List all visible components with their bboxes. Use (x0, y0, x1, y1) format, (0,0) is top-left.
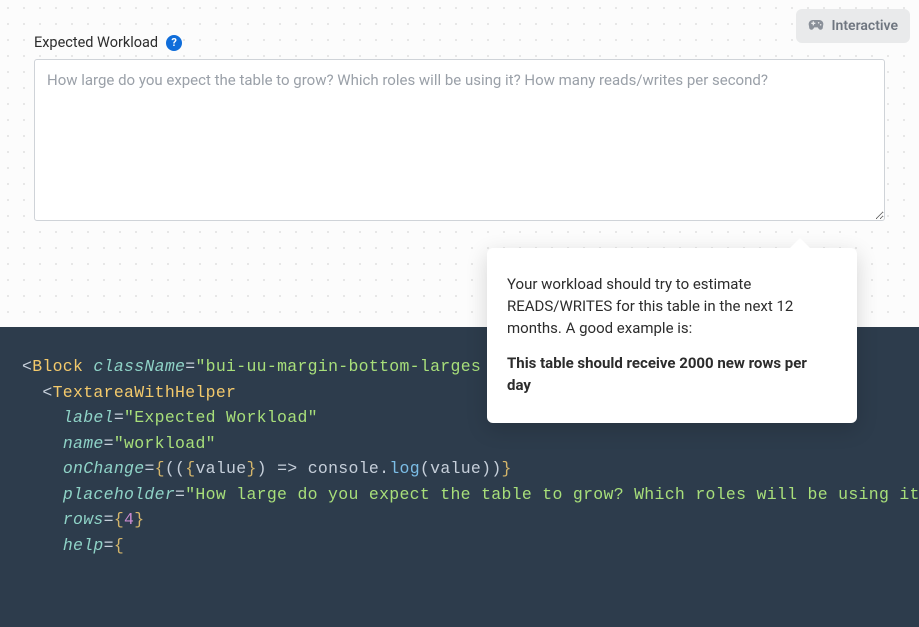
code-token: ) (491, 459, 501, 478)
code-token: log (389, 459, 420, 478)
code-token: onChange (63, 459, 145, 478)
code-token: label (63, 408, 114, 427)
interactive-badge: Interactive (796, 9, 910, 43)
code-token: ) (257, 459, 267, 478)
tooltip-text: Your workload should try to estimate REA… (507, 274, 831, 339)
code-token: (( (165, 459, 185, 478)
code-token: ( (420, 459, 430, 478)
code-token: TextareaWithHelper (53, 383, 237, 402)
code-token: value (430, 459, 481, 478)
code-token: < (22, 357, 32, 376)
code-token: => (267, 459, 308, 478)
code-token: = (144, 459, 154, 478)
code-token: = (104, 536, 114, 555)
interactive-badge-label: Interactive (831, 18, 898, 34)
code-token: 4 (124, 510, 134, 529)
code-token: < (42, 383, 52, 402)
code-token: } (246, 459, 256, 478)
code-token: } (134, 510, 144, 529)
code-token: className (93, 357, 185, 376)
tooltip-example: This table should receive 2000 new rows … (507, 353, 831, 397)
code-token: { (114, 510, 124, 529)
code-token: ) (481, 459, 491, 478)
help-tooltip: Your workload should try to estimate REA… (487, 248, 857, 423)
code-token: } (502, 459, 512, 478)
code-token: placeholder (63, 485, 175, 504)
field-label-row: Expected Workload ? (34, 34, 885, 51)
code-token: = (185, 357, 195, 376)
code-token: = (175, 485, 185, 504)
help-icon[interactable]: ? (166, 35, 182, 51)
code-token: console (308, 459, 379, 478)
workload-textarea[interactable] (34, 59, 885, 221)
code-token: = (114, 408, 124, 427)
code-token: "workload" (114, 434, 216, 453)
code-token: rows (63, 510, 104, 529)
code-token: "bui-uu-margin-bottom-larges (195, 357, 481, 376)
gamepad-icon (808, 16, 824, 36)
code-token: "Expected Workload" (124, 408, 318, 427)
code-token: value (195, 459, 246, 478)
code-token: . (379, 459, 389, 478)
code-token: { (185, 459, 195, 478)
code-token: = (104, 510, 114, 529)
code-token: name (63, 434, 104, 453)
code-token: { (155, 459, 165, 478)
code-token: { (114, 536, 124, 555)
code-token: help (63, 536, 104, 555)
field-label: Expected Workload (34, 34, 158, 51)
code-token: "How large do you expect the table to gr… (185, 485, 919, 504)
code-token: Block (32, 357, 83, 376)
code-token: = (104, 434, 114, 453)
